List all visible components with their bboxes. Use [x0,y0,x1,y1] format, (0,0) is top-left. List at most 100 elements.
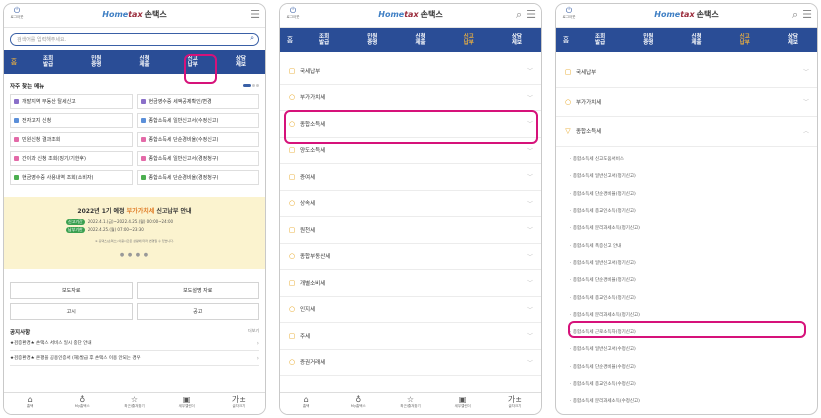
menu-bullet-icon [140,118,146,123]
tax-menu-item[interactable]: ▢ 국세납부 ﹀ [280,58,541,85]
often-menu-item[interactable]: 종합소득세 단순경비율(수정신고) [136,132,259,147]
income-tax-subitem[interactable]: · 종합소득세 신고도움서비스 [556,151,817,168]
tax-menu-item[interactable]: ○ 인지세 ﹀ [280,297,541,323]
announcement-button[interactable]: 공고 [136,303,259,320]
nav-home[interactable]: 홈 [4,57,24,67]
press-explanation-button[interactable]: 보도설명 자료 [136,282,259,299]
bottom-nav-item[interactable]: ▣ 세무캘린더 [437,393,489,414]
often-menu-item[interactable]: 민원신청 결과조회 [10,132,133,147]
bottom-nav-item[interactable]: ♁ My홈택스 [56,393,108,414]
nav-apply[interactable]: 신청 제출 [672,34,720,47]
bottom-nav-item[interactable]: 가± 글자크기 [489,393,541,414]
hometax-logo[interactable]: Hometax 손택스 [654,9,718,20]
tax-menu-item[interactable]: ▢ 원천세 ﹀ [280,217,541,244]
nav-certificate[interactable]: 민원 증명 [348,34,396,47]
notice-more-link[interactable]: 더보기 [248,328,259,334]
highlight-income-tax [284,110,538,144]
search-icon[interactable]: ⌕ [250,34,254,43]
notice-row[interactable]: ★검증환경★ 온평을 공용인증서 (재)발급 후 손택스 이용 안되는 경우 › [10,351,259,366]
nav-certificate[interactable]: 민원 증명 [72,56,120,69]
nav-inquiry[interactable]: 조회 발급 [24,56,72,69]
nav-report-pay[interactable]: 신고 납부 [721,34,769,47]
menu-bullet-icon [14,118,19,123]
tax-menu-item[interactable]: ○ 종합부동산세 ﹀ [280,244,541,270]
income-tax-subitem[interactable]: · 종합소득세 분리과세소득(수정신고) [556,393,817,410]
nav-home[interactable]: 홈 [280,35,300,45]
tax-menu-item[interactable]: ▢ 증여세 ﹀ [280,164,541,191]
tax-menu-item[interactable]: ○ 부가가치세 ﹀ [556,88,817,117]
nav-apply[interactable]: 신청 제출 [120,56,168,69]
vat-banner[interactable]: 2022년 1기 예정 부가가치세 신고납부 안내 신고기간 2022.4.1.(… [4,197,265,269]
menu-item-icon: ▢ [288,331,296,340]
income-tax-subitem[interactable]: · 종합소득세 일반신고서(정기신고) [556,254,817,271]
bottom-nav-item[interactable]: ⌂ 홈택 [4,393,56,414]
tax-menu-item[interactable]: ▢ 국세납부 ﹀ [556,58,817,88]
often-menu-item[interactable]: 간이과 신청 조회(징기/기한후) [10,151,133,166]
banner-dots[interactable]: ● ● ● ● [4,252,265,258]
logout-button[interactable]: ⏻ 로그아웃 [285,6,301,20]
notification-button[interactable]: 고시 [10,303,133,320]
nav-inquiry[interactable]: 조회 발급 [300,34,348,47]
bottom-nav-item[interactable]: ♁ My홈택스 [332,393,384,414]
nav-inquiry[interactable]: 조회 발급 [576,34,624,47]
chevron-down-icon: ﹀ [526,359,533,367]
income-tax-subitem[interactable]: · 종합소득세 종교인소득(정기신고) [556,202,817,219]
nav-consult[interactable]: 상담 제보 [493,34,541,47]
carousel-dots[interactable] [242,83,259,89]
income-tax-subitem[interactable]: · 종합소득세 단순경비율(정기신고) [556,272,817,289]
menu-icon[interactable]: ☰ [250,8,260,21]
tax-menu-item[interactable]: ○ 증권거래세 ﹀ [280,350,541,376]
income-tax-subitem[interactable]: · 종합소득세 일반신고서(수정신고) [556,341,817,358]
bottom-nav-icon: ☆ [406,395,415,404]
often-menu-item[interactable]: 개발지역 부동산 탈세신고 [10,94,133,109]
often-menu-item[interactable]: 종합소득세 단순경비율(경정청구) [136,170,259,185]
bottom-nav-item[interactable]: 가± 글자크기 [213,393,265,414]
bottom-nav-item[interactable]: ☆ 최근/즐겨찾기 [384,393,436,414]
often-menu-item[interactable]: 종합소득세 일반신고서(수정신고) [136,113,259,128]
nav-certificate[interactable]: 민원 증명 [624,34,672,47]
often-menu-item[interactable]: 현금영수증 사용내역 조회(소비자) [10,170,133,185]
nav-home[interactable]: 홈 [556,35,576,45]
income-tax-subitem[interactable]: · 종합소득세 단순경비율(정기신고) [556,185,817,202]
tax-menu-item[interactable]: ▽ 종합소득세 ︿ [556,117,817,147]
tax-menu-item[interactable]: ▢ 주세 ﹀ [280,323,541,350]
bottom-nav-item[interactable]: ⌂ 홈택 [280,393,332,414]
menu-icon[interactable]: ☰ [802,8,812,22]
logout-button[interactable]: ⏻ 로그아웃 [9,6,25,20]
tax-menu-item[interactable]: ▢ 개별소비세 ﹀ [280,270,541,297]
hometax-logo[interactable]: Hometax 손택스 [378,9,442,20]
bottom-nav-item[interactable]: ▣ 세무캘린더 [161,393,213,414]
often-menu-item[interactable]: 전자고지 신청 [10,113,133,128]
notice-row[interactable]: ★검증환경★ 손택스 서비스 일시 중단 안내 › [10,336,259,351]
nav-consult[interactable]: 상담 제보 [769,34,817,47]
nav-report-pay[interactable]: 신고 납부 [445,34,493,47]
often-menu-item[interactable]: 현금영수증 세액공제확인/변경 [136,94,259,109]
income-tax-subitem[interactable]: · 종합소득세 일반신고서(정기신고) [556,168,817,185]
income-tax-subitem[interactable]: · 종합소득세 분리과세소득(정기신고) [556,220,817,237]
logout-button[interactable]: ⏻ 로그아웃 [561,6,577,20]
hometax-logo[interactable]: Hometax 손택스 [102,9,166,20]
search-icon[interactable]: ⌕ [792,8,798,22]
income-tax-expanded-screen: ⏻ 로그아웃 Hometax 손택스 ⌕ ☰ 홈 조회 발급 민원 증명 신청 제출 신고… [555,3,818,415]
income-tax-subitem[interactable]: · 종합소득세 종교인소득(수정신고) [556,375,817,392]
tax-menu-item[interactable]: ○ 부가가치세 ﹀ [280,85,541,111]
menu-item-icon: ○ [288,305,296,314]
income-tax-subitem[interactable]: · 종합소득세 폭증신고 안내 [556,237,817,254]
chevron-down-icon: ﹀ [802,69,809,76]
home-screen: ⏻ 로그아웃 Hometax 손택스 ☰ 검색어를 입력해주세요. ⌕ 홈 조회 발… [3,3,266,415]
press-release-button[interactable]: 보도자료 [10,282,133,299]
menu-bullet-icon [140,99,146,104]
chevron-down-icon: ﹀ [526,333,533,340]
tax-menu-item[interactable]: ○ 상속세 ﹀ [280,191,541,217]
bottom-nav-item[interactable]: ☆ 최근/즐겨찾기 [108,393,160,414]
income-tax-submenu: · 종합소득세 신고도움서비스 · 종합소득세 일반신고서(정기신고) · 종합소득… [556,151,817,410]
search-icon[interactable]: ⌕ [516,8,522,22]
nav-apply[interactable]: 신청 제출 [396,34,444,47]
menu-icon[interactable]: ☰ [526,8,536,22]
income-tax-subitem[interactable]: · 종합소득세 종교인소득(정기신고) [556,289,817,306]
search-input[interactable]: 검색어를 입력해주세요. ⌕ [10,33,259,46]
income-tax-subitem[interactable]: · 종합소득세 단순경비율(수정신고) [556,358,817,375]
chevron-down-icon: ﹀ [526,147,533,155]
often-menu-item[interactable]: 종합소득세 일반신고서(경정청구) [136,151,259,166]
nav-consult[interactable]: 상담 제보 [217,56,265,69]
